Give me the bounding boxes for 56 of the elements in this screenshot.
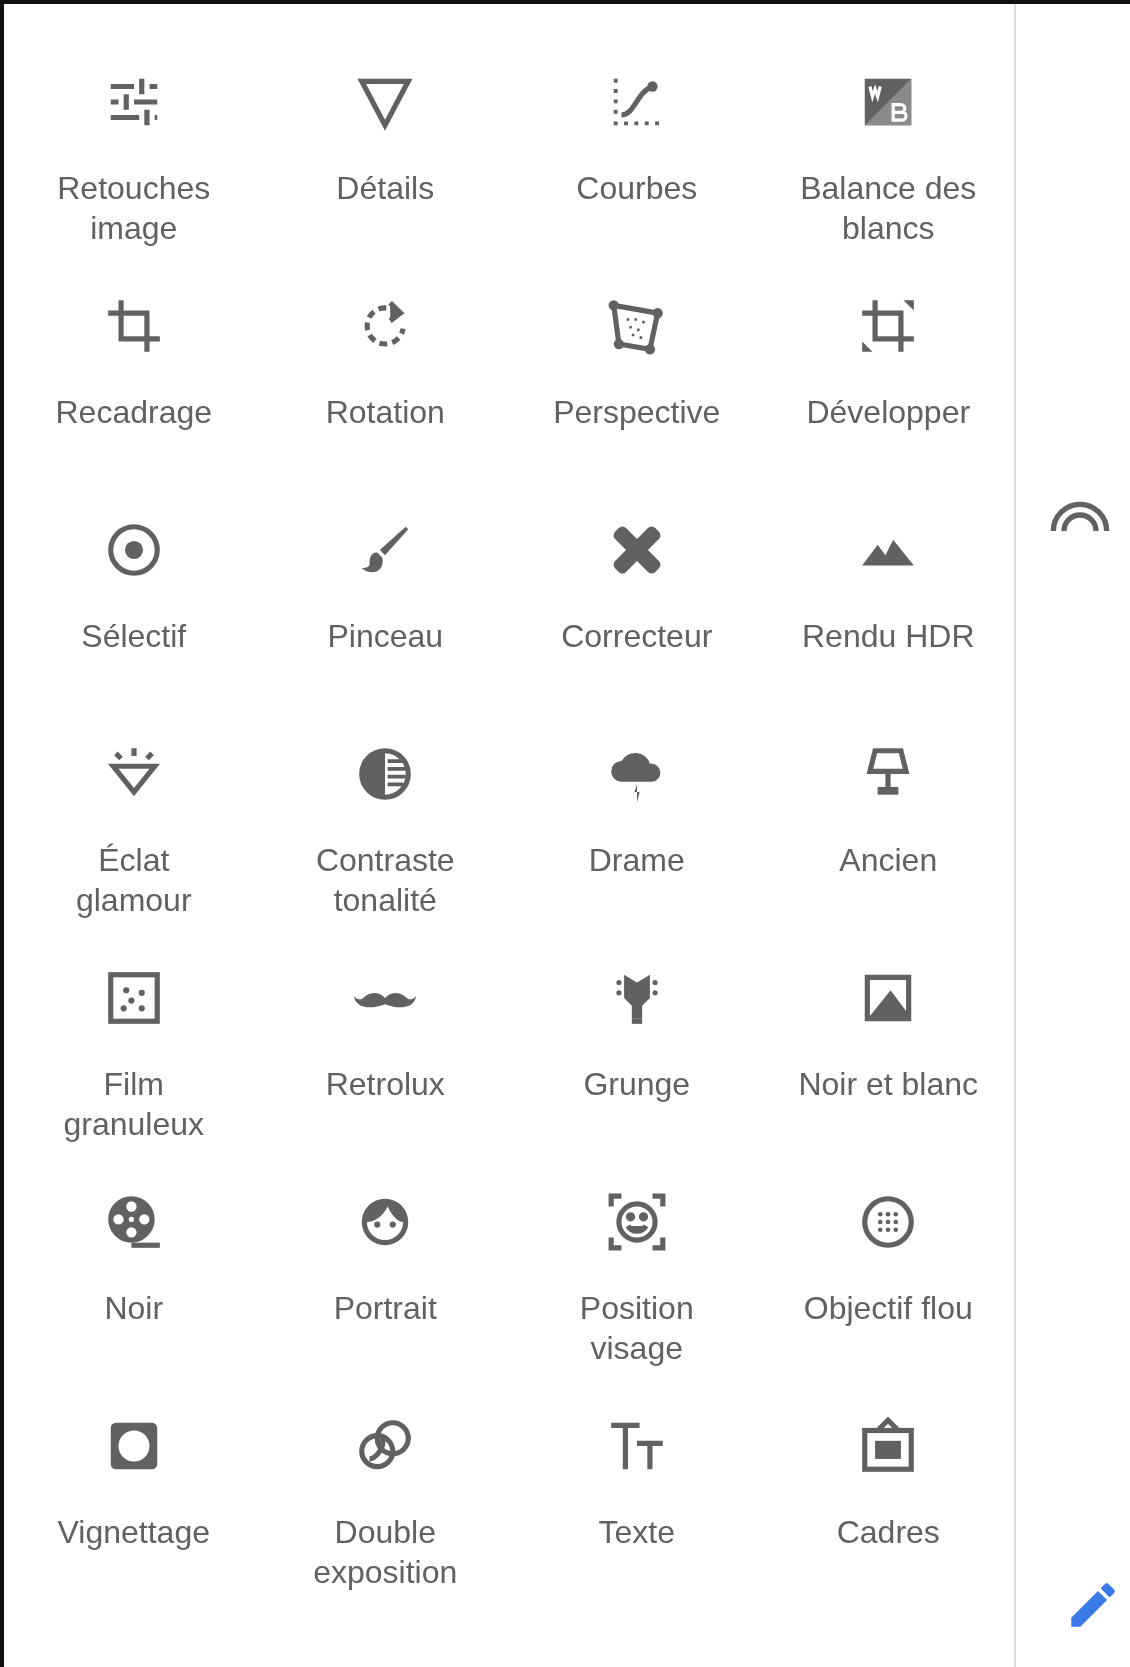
tool-label: Correcteur <box>561 617 713 656</box>
tool-item[interactable]: Recadrage <box>8 280 260 504</box>
tool-item[interactable]: Éclat glamour <box>8 728 260 952</box>
tool-label: Vignettage <box>57 1513 210 1552</box>
tool-item[interactable]: Ancien <box>762 728 1014 952</box>
tool-label: Retrolux <box>325 1065 445 1104</box>
tool-label: Contraste tonalité <box>315 841 455 920</box>
tool-item[interactable]: Retrolux <box>259 952 511 1176</box>
tool-label: Noir <box>104 1289 164 1328</box>
tool-item[interactable]: Portrait <box>259 1176 511 1400</box>
tool-item[interactable]: Courbes <box>511 56 763 280</box>
tool-label: Position visage <box>579 1289 694 1368</box>
tool-item[interactable]: Sélectif <box>8 504 260 728</box>
tool-label: Cadres <box>836 1513 940 1552</box>
tool-item[interactable]: Vignettage <box>8 1400 260 1624</box>
tool-label: Noir et blanc <box>798 1065 979 1104</box>
tool-item[interactable]: Développer <box>762 280 1014 504</box>
tool-label: Rendu HDR <box>802 617 975 656</box>
tool-item[interactable]: Position visage <box>511 1176 763 1400</box>
tool-item[interactable]: Texte <box>511 1400 763 1624</box>
tool-label: Éclat glamour <box>75 841 192 920</box>
tool-label: Recadrage <box>55 393 212 432</box>
tool-item[interactable]: Perspective <box>511 280 763 504</box>
tool-label: Double exposition <box>313 1513 458 1592</box>
tool-item[interactable]: Balance des blancs <box>762 56 1014 280</box>
tool-item[interactable]: Contraste tonalité <box>259 728 511 952</box>
tool-label: Portrait <box>333 1289 437 1328</box>
tool-item[interactable]: Objectif flou <box>762 1176 1014 1400</box>
tool-item[interactable]: Correcteur <box>511 504 763 728</box>
tool-label: Détails <box>336 169 435 208</box>
tool-label: Drame <box>588 841 685 880</box>
tool-item[interactable]: Drame <box>511 728 763 952</box>
tool-item[interactable]: Pinceau <box>259 504 511 728</box>
tool-label: Courbes <box>576 169 698 208</box>
tool-label: Balance des blancs <box>800 169 977 248</box>
tool-item[interactable]: Double exposition <box>259 1400 511 1624</box>
tool-label: Perspective <box>553 393 721 432</box>
tool-label: Film granuleux <box>63 1065 204 1144</box>
tool-label: Développer <box>806 393 971 432</box>
tool-label: Sélectif <box>81 617 187 656</box>
tool-item[interactable]: Grunge <box>511 952 763 1176</box>
tool-item[interactable]: Rendu HDR <box>762 504 1014 728</box>
tool-item[interactable]: Film granuleux <box>8 952 260 1176</box>
tool-item[interactable]: Noir <box>8 1176 260 1400</box>
tool-label: Texte <box>598 1513 675 1552</box>
tool-label: Ancien <box>839 841 938 880</box>
tool-label: Rotation <box>325 393 445 432</box>
tool-item[interactable]: Rotation <box>259 280 511 504</box>
tool-label: Retouches image <box>57 169 211 248</box>
tool-label: Grunge <box>583 1065 691 1104</box>
tool-label: Pinceau <box>327 617 444 656</box>
tool-item[interactable]: Noir et blanc <box>762 952 1014 1176</box>
tool-item[interactable]: Détails <box>259 56 511 280</box>
tool-label: Objectif flou <box>803 1289 973 1328</box>
tool-item[interactable]: Retouches image <box>8 56 260 280</box>
tool-item[interactable]: Cadres <box>762 1400 1014 1624</box>
